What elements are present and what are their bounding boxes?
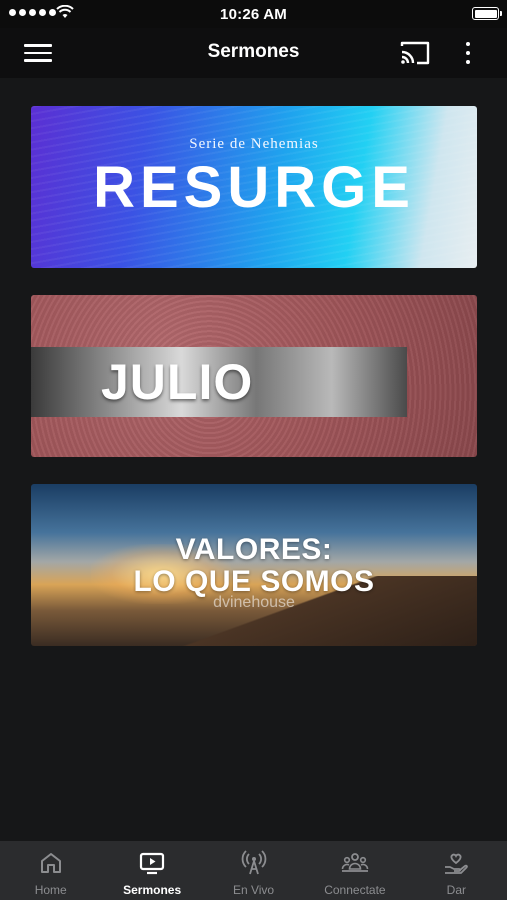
cast-icon[interactable]: [398, 38, 432, 68]
people-icon: [341, 853, 369, 872]
tab-en-vivo[interactable]: En Vivo: [203, 841, 304, 900]
tab-label: En Vivo: [232, 883, 275, 897]
card-brand: dvinehouse: [213, 594, 295, 611]
hand-heart-icon: [445, 853, 469, 874]
tab-label: Connectate: [324, 883, 386, 897]
card-title: JULIO: [101, 354, 254, 410]
tab-dar[interactable]: Dar: [406, 841, 507, 900]
tab-sermones[interactable]: Sermones: [101, 841, 202, 900]
card-subtitle: Serie de Nehemias: [189, 136, 319, 152]
home-icon: [40, 853, 61, 873]
card-title: RESURGE: [93, 155, 415, 220]
hamburger-icon: [24, 44, 52, 47]
tab-connectate[interactable]: Connectate: [304, 841, 405, 900]
tab-label: Dar: [446, 883, 466, 897]
tab-home[interactable]: Home: [0, 841, 101, 900]
tv-play-icon: [140, 852, 165, 875]
card-title-line-1: VALORES:: [175, 533, 333, 566]
sermon-card-julio[interactable]: JULIO: [31, 295, 477, 457]
sermon-card-valores[interactable]: VALORES: LO QUE SOMOS dvinehouse: [31, 484, 477, 646]
tab-label: Sermones: [123, 883, 182, 897]
menu-button[interactable]: [22, 39, 54, 67]
sermon-card-resurge[interactable]: Serie de Nehemias RESURGE: [31, 106, 477, 268]
status-bar: 10:26 AM: [0, 0, 507, 28]
tab-label: Home: [34, 883, 67, 897]
more-options-button[interactable]: [456, 38, 480, 68]
bottom-tab-bar: Home Sermones En Vivo Connectate Dar: [0, 841, 507, 900]
card-title: VALORES: LO QUE SOMOS: [31, 534, 477, 598]
broadcast-icon: [241, 850, 266, 875]
app-bar: Sermones: [0, 28, 507, 78]
more-vertical-icon: [466, 42, 470, 46]
status-time: 10:26 AM: [220, 6, 287, 23]
battery-icon: [472, 7, 502, 20]
